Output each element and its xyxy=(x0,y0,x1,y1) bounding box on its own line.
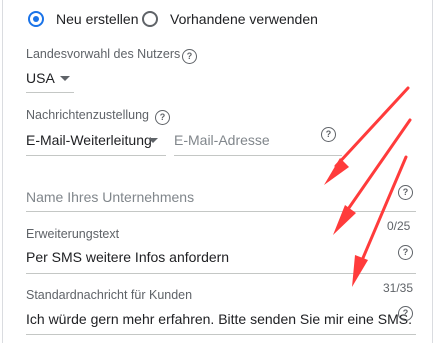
annotation-arrow xyxy=(352,155,408,287)
annotation-arrow xyxy=(324,86,410,185)
annotation-arrows xyxy=(324,86,412,287)
